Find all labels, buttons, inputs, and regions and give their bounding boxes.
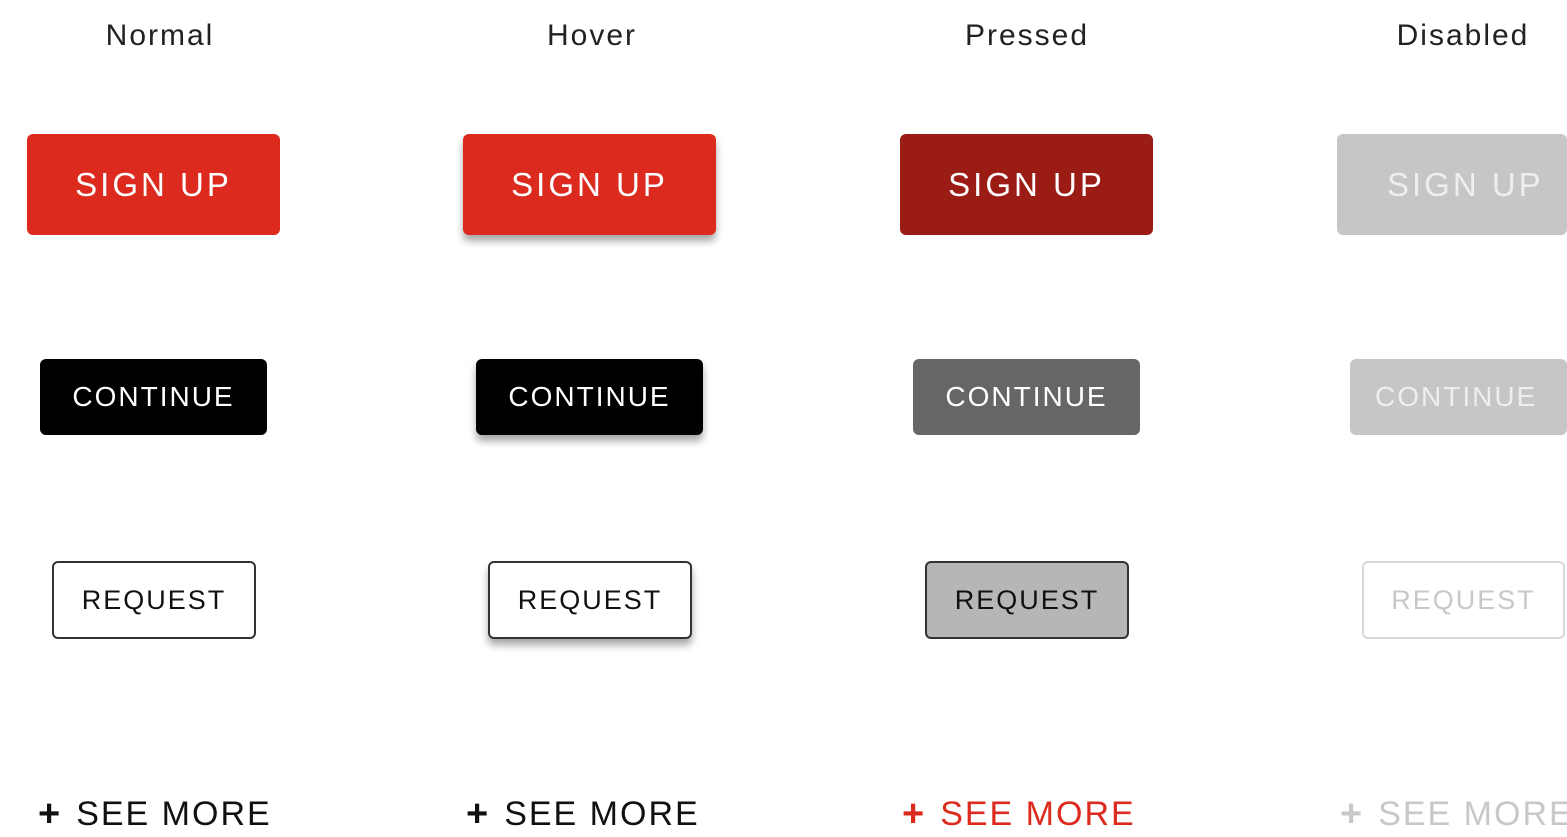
continue-button-hover[interactable]: CONTINUE xyxy=(476,359,703,435)
plus-icon: + xyxy=(38,793,63,835)
see-more-label: SEE MORE xyxy=(76,795,272,833)
column-header-hover: Hover xyxy=(546,19,638,52)
plus-icon: + xyxy=(466,793,491,835)
signup-button-normal[interactable]: SIGN UP xyxy=(27,134,280,235)
request-button-normal[interactable]: REQUEST xyxy=(52,561,256,639)
see-more-link-hover[interactable]: + SEE MORE xyxy=(466,791,700,837)
see-more-label: SEE MORE xyxy=(1378,795,1567,833)
signup-button-label: SIGN UP xyxy=(948,165,1105,203)
plus-icon: + xyxy=(1340,793,1365,835)
signup-button-label: SIGN UP xyxy=(75,165,232,203)
continue-button-label: CONTINUE xyxy=(1375,381,1538,412)
continue-button-label: CONTINUE xyxy=(508,381,671,412)
column-header-normal: Normal xyxy=(105,19,215,52)
continue-button-label: CONTINUE xyxy=(945,381,1108,412)
see-more-label: SEE MORE xyxy=(940,795,1136,833)
column-header-pressed: Pressed xyxy=(964,19,1090,52)
request-button-label: REQUEST xyxy=(1391,584,1536,615)
see-more-link-disabled: + SEE MORE xyxy=(1340,791,1567,837)
request-button-disabled: REQUEST xyxy=(1362,561,1565,639)
request-button-hover[interactable]: REQUEST xyxy=(488,561,692,639)
see-more-link-pressed[interactable]: + SEE MORE xyxy=(902,791,1136,837)
request-button-pressed[interactable]: REQUEST xyxy=(925,561,1129,639)
signup-button-label: SIGN UP xyxy=(511,165,668,203)
continue-button-normal[interactable]: CONTINUE xyxy=(40,359,267,435)
continue-button-label: CONTINUE xyxy=(72,381,235,412)
see-more-link-normal[interactable]: + SEE MORE xyxy=(38,791,272,837)
signup-button-label: SIGN UP xyxy=(1387,165,1544,203)
continue-button-pressed[interactable]: CONTINUE xyxy=(913,359,1140,435)
request-button-label: REQUEST xyxy=(81,584,227,615)
plus-icon: + xyxy=(902,793,927,835)
continue-button-disabled: CONTINUE xyxy=(1350,359,1567,435)
signup-button-hover[interactable]: SIGN UP xyxy=(463,134,716,235)
signup-button-disabled: SIGN UP xyxy=(1337,134,1567,235)
request-button-label: REQUEST xyxy=(517,584,663,615)
see-more-label: SEE MORE xyxy=(504,795,700,833)
signup-button-pressed[interactable]: SIGN UP xyxy=(900,134,1153,235)
column-header-disabled: Disabled xyxy=(1396,19,1530,52)
request-button-label: REQUEST xyxy=(954,584,1100,615)
